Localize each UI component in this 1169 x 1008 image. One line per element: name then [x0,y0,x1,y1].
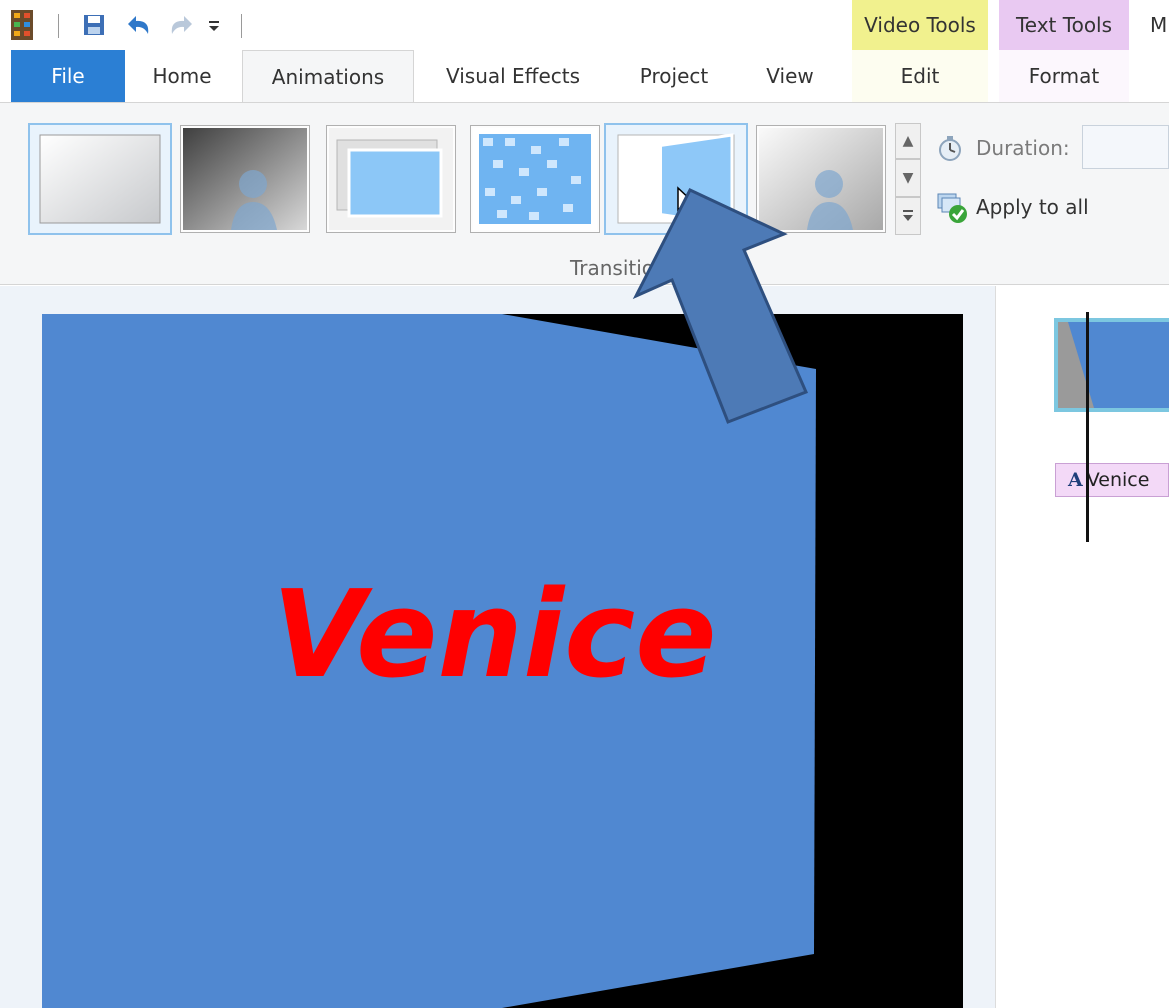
transition-marker-icon [1058,322,1094,408]
tab-project[interactable]: Project [622,50,726,102]
duration-input[interactable] [1082,125,1169,169]
transition-thumb-none[interactable] [28,123,172,235]
gallery-more-button[interactable] [895,197,921,235]
transition-thumb-zoom[interactable] [326,125,456,233]
annotation-arrow-icon [632,186,832,426]
save-icon[interactable] [80,10,108,40]
transition-thumb-crossfade[interactable] [180,125,310,233]
storyboard-clip[interactable] [1054,318,1169,412]
redo-icon[interactable] [164,10,198,40]
title-bar: Video Tools Text Tools M [0,0,1169,50]
transition-thumb-dissolve[interactable] [470,125,600,233]
tab-animations[interactable]: Animations [242,50,414,103]
text-caption-icon: A [1068,469,1083,491]
tab-format[interactable]: Format [999,50,1129,102]
gallery-scroll-down-button[interactable]: ▼ [895,159,921,197]
video-tools-header: Video Tools [852,0,988,50]
stopwatch-icon [936,134,968,162]
duration-label: Duration: [976,136,1070,160]
window-title: M [1150,13,1168,37]
ribbon-tab-row: File Home Animations Visual Effects Proj… [0,50,1169,103]
slide-title: Venice [272,566,717,705]
caption-clip[interactable]: A Venice [1055,463,1169,497]
text-tools-header: Text Tools [999,0,1129,50]
apply-to-all-icon [936,190,970,224]
tab-edit[interactable]: Edit [852,50,988,102]
undo-icon[interactable] [122,10,156,40]
gallery-scroll-up-button[interactable]: ▲ [895,123,921,159]
tab-home[interactable]: Home [138,50,226,102]
customize-qat-icon[interactable] [204,10,224,40]
caption-label: Venice [1086,469,1150,491]
qat-separator [241,14,242,38]
tab-file[interactable]: File [11,50,125,102]
qat-separator [58,14,59,38]
tab-visual-effects[interactable]: Visual Effects [432,50,594,102]
movie-maker-app-icon[interactable] [6,10,38,40]
tab-view[interactable]: View [746,50,834,102]
playhead-indicator[interactable] [1086,312,1089,542]
apply-to-all-button[interactable]: Apply to all [976,193,1089,221]
